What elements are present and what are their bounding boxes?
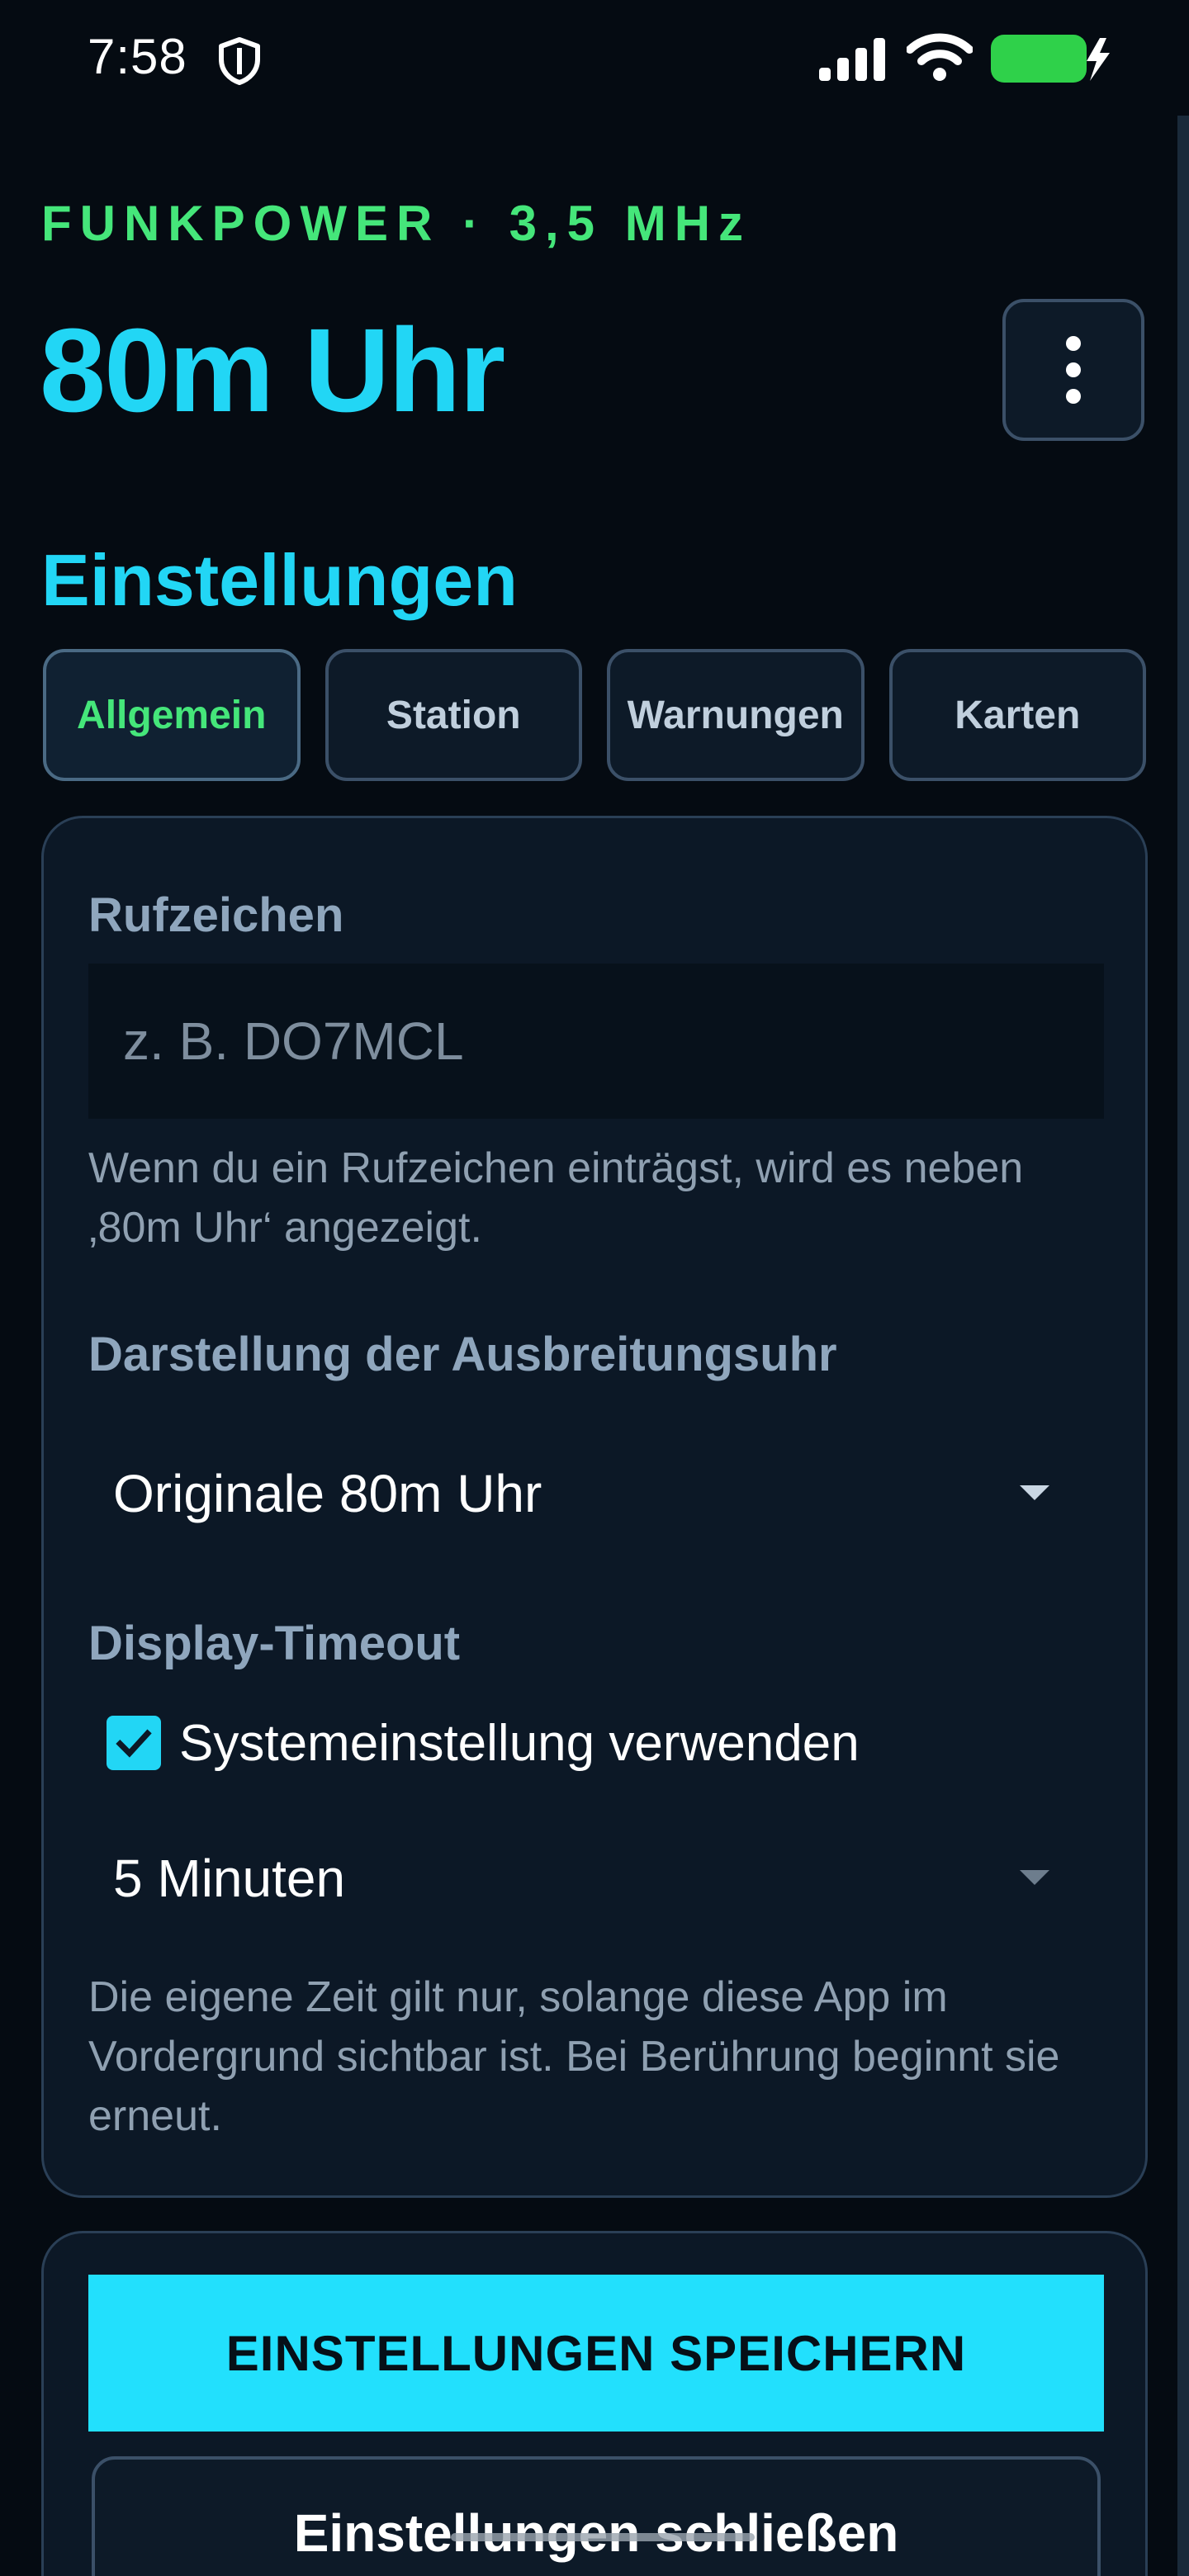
tab-station[interactable]: Station (324, 649, 582, 781)
chevron-down-icon (1020, 1485, 1049, 1500)
more-vertical-icon (1066, 336, 1081, 351)
chevron-down-icon (1020, 1870, 1049, 1885)
brand-line: FUNKPOWER · 3,5 MHz (41, 196, 752, 251)
clock-display-label: Darstellung der Ausbreitungsuhr (88, 1328, 837, 1381)
callsign-label: Rufzeichen (88, 888, 344, 942)
clock-display-value: Originale 80m Uhr (113, 1464, 542, 1523)
more-vertical-icon-dot (1066, 389, 1081, 404)
signal-icon (819, 38, 885, 81)
settings-title: Einstellungen (41, 539, 518, 621)
wifi-icon (907, 33, 973, 81)
settings-tabs: Allgemein Station Warnungen Karten (43, 649, 1146, 781)
use-system-checkbox[interactable] (107, 1716, 161, 1770)
tab-allgemein[interactable]: Allgemein (43, 649, 301, 781)
actions-card: EINSTELLUNGEN SPEICHERN Einstellungen sc… (41, 2231, 1148, 2576)
shield-icon (219, 37, 260, 85)
more-vertical-icon-dot (1066, 362, 1081, 377)
overflow-menu-button[interactable] (1002, 299, 1144, 441)
settings-screen: 7:58 FUNKPOWER · 3,5 MHz 80m Uhr Einstel… (0, 0, 1189, 2576)
use-system-label: Systemeinstellung verwenden (179, 1714, 860, 1772)
checkmark-icon (116, 1729, 152, 1758)
scrollbar[interactable] (1177, 116, 1189, 2576)
app-title: 80m Uhr (40, 304, 505, 437)
general-settings-card: Rufzeichen Wenn du ein Rufzeichen einträ… (41, 816, 1148, 2198)
tab-karten[interactable]: Karten (888, 649, 1146, 781)
timeout-help: Die eigene Zeit gilt nur, solange diese … (88, 1973, 1060, 2140)
home-indicator[interactable] (451, 2533, 755, 2541)
use-system-setting-row[interactable]: Systemeinstellung verwenden (107, 1710, 860, 1776)
display-timeout-label: Display-Timeout (88, 1617, 461, 1670)
tab-warnungen[interactable]: Warnungen (607, 649, 865, 781)
clock-display-select[interactable]: Originale 80m Uhr (88, 1436, 1104, 1551)
battery-charging-icon (991, 35, 1110, 83)
status-time: 7:58 (88, 29, 187, 84)
save-settings-button[interactable]: EINSTELLUNGEN SPEICHERN (88, 2275, 1104, 2432)
status-bar: 7:58 (0, 0, 1189, 116)
callsign-input[interactable] (88, 964, 1104, 1119)
callsign-help: Wenn du ein Rufzeichen einträgst, wird e… (88, 1144, 1024, 1252)
close-settings-button[interactable]: Einstellungen schließen (92, 2456, 1101, 2576)
timeout-select[interactable]: 5 Minuten (88, 1821, 1104, 1936)
timeout-value: 5 Minuten (113, 1849, 346, 1908)
